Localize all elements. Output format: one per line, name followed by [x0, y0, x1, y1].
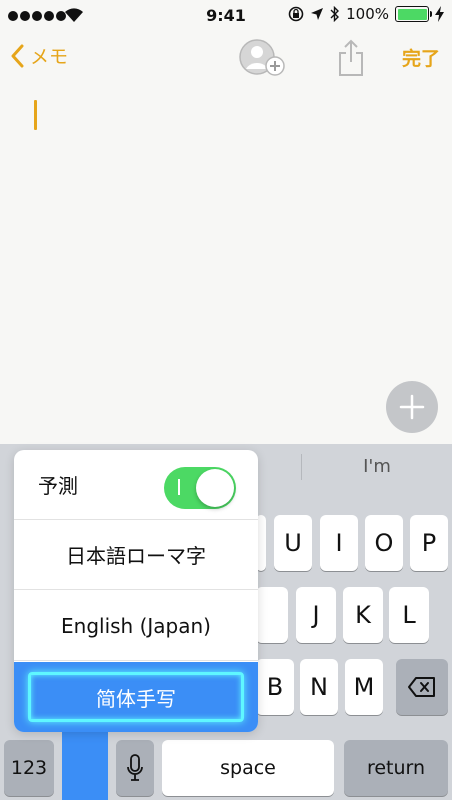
status-bar: 9:41 100%: [0, 0, 452, 32]
predict-label: 予測: [38, 474, 78, 498]
done-button[interactable]: 完了: [402, 44, 440, 71]
key-partial[interactable]: [256, 587, 288, 643]
predict-toggle[interactable]: [164, 467, 236, 509]
toggle-on-mark: [178, 479, 180, 495]
space-key[interactable]: space: [162, 740, 334, 796]
return-key[interactable]: return: [344, 740, 448, 796]
text-cursor: [34, 100, 37, 130]
add-person-icon[interactable]: [238, 38, 288, 80]
battery-level: [397, 8, 427, 20]
key-p[interactable]: P: [410, 515, 448, 571]
lang-option-english-japan[interactable]: English (Japan): [14, 591, 258, 661]
key-i[interactable]: I: [320, 515, 358, 571]
suggestion-item[interactable]: I'm: [302, 444, 452, 490]
numbers-key[interactable]: 123: [4, 740, 54, 796]
share-icon[interactable]: [336, 38, 366, 78]
key-b[interactable]: B: [256, 659, 294, 715]
nav-bar: メモ 完了: [0, 32, 452, 86]
input-method-menu: 予測 日本語ローマ字 English (Japan) 简体手写: [14, 450, 258, 732]
backspace-key[interactable]: [396, 659, 448, 715]
selected-language-label: 简体手写: [28, 672, 244, 722]
battery-percent: 100%: [346, 5, 389, 23]
charging-icon: [435, 6, 444, 22]
battery-icon: [395, 6, 432, 22]
key-l[interactable]: L: [389, 587, 429, 643]
status-right: 100%: [288, 5, 444, 23]
back-button[interactable]: メモ: [10, 42, 68, 69]
lang-option-selected[interactable]: 简体手写: [14, 662, 258, 732]
chevron-left-icon: [11, 44, 24, 67]
bluetooth-icon: [330, 6, 340, 22]
backspace-icon: [408, 677, 435, 697]
back-label: メモ: [30, 46, 69, 68]
predict-row: 予測: [14, 450, 258, 520]
location-icon: [311, 8, 324, 20]
dictation-key[interactable]: [116, 740, 154, 796]
key-n[interactable]: N: [300, 659, 338, 715]
toggle-knob: [196, 469, 234, 507]
key-j[interactable]: J: [296, 587, 336, 643]
globe-key-pressed[interactable]: [62, 724, 108, 800]
rotation-lock-icon: [288, 6, 304, 22]
key-m[interactable]: M: [345, 659, 383, 715]
lang-option-japanese-romaji[interactable]: 日本語ローマ字: [14, 520, 258, 590]
key-k[interactable]: K: [343, 587, 383, 643]
key-u[interactable]: U: [274, 515, 312, 571]
microphone-icon: [127, 754, 143, 781]
add-button[interactable]: [386, 381, 438, 433]
key-o[interactable]: O: [365, 515, 403, 571]
plus-icon: [399, 394, 425, 420]
